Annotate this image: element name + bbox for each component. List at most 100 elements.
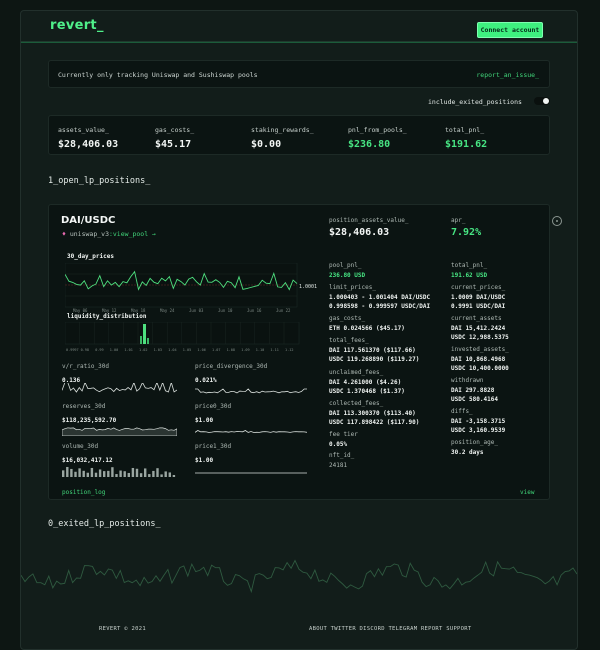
- limit-prices-value: 1.000403 - 1.001404 DAI/USDC: [329, 294, 431, 301]
- volume-bar: [127, 472, 130, 477]
- logo[interactable]: revert_: [50, 18, 104, 33]
- mini-label: volume_30d: [62, 443, 99, 450]
- stat-label: gas_costs_: [155, 126, 195, 134]
- pair-name: DAI/USDC: [61, 215, 116, 226]
- unclaimed-fees-value: DAI 4.261000 ($4.26): [329, 379, 402, 386]
- footer-copyright: REVERT © 2021: [99, 626, 146, 632]
- diffs-value: USDC 3,160.9539: [451, 427, 506, 434]
- view-link[interactable]: view: [520, 489, 534, 496]
- volume-bar: [123, 471, 126, 477]
- volume-bar: [148, 474, 151, 477]
- current-prices-value: 0.9991 USDC/DAI: [451, 303, 506, 310]
- report-issue-link[interactable]: report_an_issue_: [476, 71, 539, 79]
- stat-label: assets_value_: [58, 126, 109, 134]
- mini-value: $1.00: [195, 417, 214, 424]
- app-window: revert_ Connect account Currently only t…: [20, 10, 578, 650]
- reserves-sparkline: [62, 427, 177, 436]
- vr-ratio-sparkline: [62, 383, 177, 393]
- view-pool-link[interactable]: :view_pool →: [109, 230, 156, 238]
- position-age-label: position_age_: [451, 439, 498, 446]
- include-exited-label: include_exited_positions: [428, 98, 522, 106]
- position-assets-label: position_assets_value_: [329, 217, 409, 224]
- collected-fees-value: USDC 117.898422 ($117.90): [329, 419, 420, 426]
- stat-total-pnl: total_pnl_ $191.62: [445, 126, 487, 150]
- price-chart: 1.0001 May 06 May 12 May 18 May 24 Jun 03 Jun…: [65, 263, 317, 313]
- liquidity-title: liquidity_distribution: [67, 313, 147, 320]
- eye-icon[interactable]: [552, 216, 562, 226]
- unicorn-icon: ♦: [62, 230, 66, 238]
- withdrawn-value: USDC 580.4164: [451, 396, 498, 403]
- liquidity-bar: [140, 336, 142, 344]
- unclaimed-fees-value: USDC 1.370468 ($1.37): [329, 388, 405, 395]
- limit-prices-value: 0.998598 - 0.999597 USDC/DAI: [329, 303, 431, 310]
- volume-bar: [111, 467, 114, 477]
- position-age-value: 30.2 days: [451, 449, 484, 456]
- unclaimed-fees-label: unclaimed_fees_: [329, 369, 384, 376]
- nft-id-value[interactable]: 24181: [329, 462, 347, 469]
- liquidity-bar: [147, 338, 149, 344]
- exited-positions-title: 0_exited_lp_positions_: [48, 519, 161, 529]
- current-assets-value: USDC 12,988.5375: [451, 334, 509, 341]
- position-card: DAI/USDC ♦ uniswap_v3:view_pool → positi…: [48, 204, 562, 500]
- collected-fees-label: collected_fees_: [329, 400, 384, 407]
- liquidity-tick-label: 1.10: [256, 348, 264, 352]
- volume-bar: [172, 474, 176, 477]
- total-pnl-value: 191.62 USD: [451, 272, 488, 279]
- fee-tier-value: 0.05%: [329, 441, 348, 448]
- mini-label: price_divergence_30d: [195, 363, 268, 370]
- liquidity-tick-label: 1.08: [227, 348, 235, 352]
- notice-text: Currently only tracking Uniswap and Sush…: [58, 71, 258, 79]
- x-tick-label: Jun 22: [276, 308, 291, 313]
- limit-prices-label: limit_prices_: [329, 284, 376, 291]
- x-tick-label: Jun 16: [247, 308, 262, 313]
- volume-bar: [139, 473, 143, 477]
- position-assets-value: $28,406.03: [329, 227, 390, 238]
- sparkline-area: [62, 427, 177, 436]
- pool-pnl-label: pool_pnl_: [329, 262, 362, 269]
- liquidity-tick-label: 0.9997: [66, 348, 79, 352]
- wave-line: [21, 559, 577, 594]
- volume-bar: [152, 470, 155, 477]
- withdrawn-label: withdrawn: [451, 377, 484, 384]
- volume-bar: [98, 469, 102, 477]
- sparkline: [195, 430, 307, 433]
- mini-value: $1.00: [195, 457, 214, 464]
- liquidity-tick-label: 0.99: [95, 348, 103, 352]
- current-prices-label: current_prices_: [451, 284, 506, 291]
- top-bar: revert_ Connect account: [21, 11, 577, 42]
- nft-id-label: nft_id_: [329, 452, 355, 459]
- volume-bar: [135, 468, 139, 477]
- chart-title: 30_day_prices: [67, 253, 114, 260]
- stat-value: $28,406.03: [58, 139, 119, 150]
- total-fees-value: USDC 119.268890 ($119.27): [329, 356, 420, 363]
- footer-links[interactable]: ABOUT TWITTER DISCORD TELEGRAM REPORT SU…: [309, 626, 472, 632]
- liquidity-bar: [143, 324, 146, 344]
- volume-bar: [119, 470, 122, 477]
- x-tick-label: Jun 10: [218, 308, 233, 313]
- current-assets-value: DAI 15,412.2424: [451, 325, 506, 332]
- apr-label: apr_: [451, 217, 466, 224]
- volume-bars: [62, 466, 176, 477]
- liquidity-tick-label: 1.12: [285, 348, 293, 352]
- volume-bar: [144, 468, 147, 477]
- invested-assets-value: DAI 10,868.4968: [451, 356, 506, 363]
- volume-bar: [160, 474, 163, 477]
- fee-tier-label: fee tier: [329, 431, 358, 438]
- liquidity-tick-label: 1.05: [183, 348, 191, 352]
- total-fees-value: DAI 117.561370 ($117.66): [329, 347, 416, 354]
- connect-account-button[interactable]: Connect account: [477, 22, 543, 38]
- stat-value: $0.00: [251, 139, 282, 150]
- price1-sparkline: [195, 472, 307, 474]
- protocol-line: ♦ uniswap_v3:view_pool →: [62, 230, 156, 238]
- liquidity-ticks: 0.9997 0.98 0.99 1.00 1.01 1.02 1.03 1.04 1.05 1.…: [66, 348, 293, 352]
- liquidity-tick-label: 0.98: [81, 348, 89, 352]
- stat-assets-value: assets_value_ $28,406.03: [58, 126, 118, 150]
- volume-bar: [131, 467, 135, 477]
- price0-sparkline: [195, 430, 307, 433]
- position-log-link[interactable]: position_log: [62, 489, 105, 496]
- mini-value: $16,032,417.12: [62, 457, 113, 464]
- include-exited-toggle[interactable]: [534, 97, 550, 105]
- current-assets-label: current_assets: [451, 315, 502, 322]
- liquidity-tick-label: 1.09: [241, 348, 249, 352]
- volume-bar-group: [62, 466, 176, 477]
